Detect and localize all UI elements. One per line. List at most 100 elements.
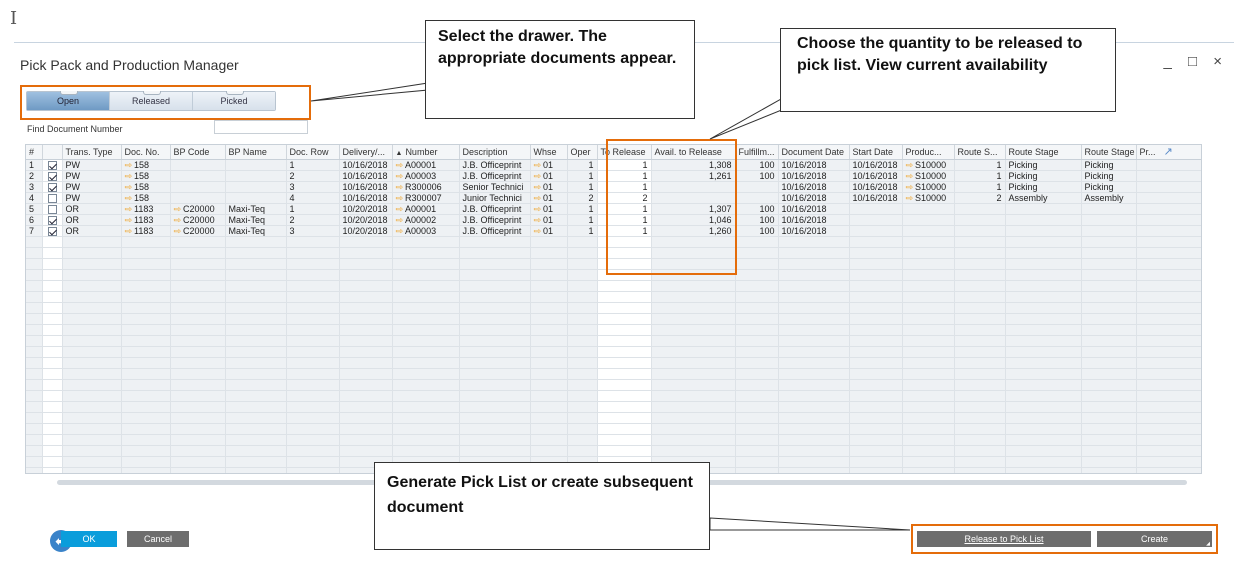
link-arrow-icon[interactable]: ⇨ <box>125 215 133 225</box>
empty-cell <box>392 401 460 414</box>
table-cell <box>225 159 287 171</box>
row-checkbox[interactable] <box>47 216 57 225</box>
table-cell: 10/16/2018 <box>339 159 393 171</box>
cell-value: 10/16/2018 <box>781 159 827 170</box>
empty-row <box>26 280 1201 293</box>
link-arrow-icon[interactable]: ⇨ <box>125 160 133 170</box>
empty-cell <box>735 280 779 293</box>
row-checkbox[interactable] <box>47 205 57 214</box>
row-checkbox[interactable] <box>47 171 57 181</box>
empty-cell <box>1136 467 1201 473</box>
minimize-icon[interactable]: _ <box>1163 53 1177 70</box>
empty-cell <box>459 313 531 326</box>
column-header[interactable]: Doc. Row <box>286 145 340 160</box>
column-header[interactable]: Route Stage ... <box>1081 145 1137 160</box>
empty-cell <box>392 335 460 348</box>
empty-cell <box>62 324 122 337</box>
column-header[interactable]: Trans. Type <box>62 145 122 160</box>
maximize-icon[interactable]: □ <box>1188 53 1203 70</box>
table-cell: 10/16/2018 <box>778 170 850 182</box>
cell-value: A00001 <box>405 204 437 215</box>
link-arrow-icon[interactable]: ⇨ <box>534 160 542 170</box>
table-cell: Senior Technici <box>459 181 531 193</box>
empty-cell <box>567 291 598 304</box>
link-arrow-icon[interactable]: ⇨ <box>534 226 542 236</box>
column-header[interactable]: BP Name <box>225 145 287 160</box>
link-arrow-icon[interactable]: ⇨ <box>125 204 133 214</box>
column-header[interactable]: Route Stage <box>1005 145 1082 160</box>
link-arrow-icon[interactable]: ⇨ <box>534 204 542 214</box>
empty-cell <box>42 291 63 304</box>
empty-cell <box>902 258 955 271</box>
empty-cell <box>849 335 903 348</box>
column-header[interactable]: Document Date <box>778 145 850 160</box>
table-cell <box>1136 203 1201 216</box>
row-checkbox[interactable] <box>47 160 57 170</box>
column-header[interactable]: Fulfillm... <box>735 145 779 160</box>
link-arrow-icon[interactable]: ⇨ <box>174 215 182 225</box>
empty-cell <box>849 467 903 473</box>
empty-cell <box>26 445 43 458</box>
link-arrow-icon[interactable]: ⇨ <box>174 204 182 214</box>
link-arrow-icon[interactable]: ⇨ <box>396 160 404 170</box>
column-header-label: BP Code <box>173 146 210 157</box>
row-checkbox[interactable] <box>47 227 57 236</box>
column-header[interactable] <box>42 145 63 160</box>
link-arrow-icon[interactable]: ⇨ <box>396 171 404 181</box>
link-arrow-icon[interactable]: ⇨ <box>125 182 133 192</box>
column-header[interactable]: Route S... <box>954 145 1006 160</box>
table-cell: ⇨ 158 <box>121 159 171 171</box>
column-header[interactable]: Oper <box>567 145 598 160</box>
link-arrow-icon[interactable]: ⇨ <box>534 182 542 192</box>
link-arrow-icon[interactable]: ⇨ <box>396 193 404 203</box>
close-icon[interactable]: × <box>1213 53 1228 70</box>
link-arrow-icon[interactable]: ⇨ <box>125 226 133 236</box>
empty-cell <box>339 335 393 348</box>
link-arrow-icon[interactable]: ⇨ <box>125 171 133 181</box>
empty-cell <box>42 236 63 249</box>
table-cell <box>954 203 1006 216</box>
empty-cell <box>567 258 598 271</box>
table-cell: 5 <box>26 203 43 216</box>
link-arrow-icon[interactable]: ⇨ <box>174 226 182 236</box>
link-arrow-icon[interactable]: ⇨ <box>396 215 404 225</box>
empty-cell <box>459 335 531 348</box>
link-arrow-icon[interactable]: ⇨ <box>906 160 914 170</box>
column-header[interactable]: Produc... <box>902 145 955 160</box>
cancel-button[interactable]: Cancel <box>127 531 189 547</box>
link-arrow-icon[interactable]: ⇨ <box>534 215 542 225</box>
link-arrow-icon[interactable]: ⇨ <box>906 171 914 181</box>
link-arrow-icon[interactable]: ⇨ <box>534 193 542 203</box>
row-checkbox[interactable] <box>47 182 57 192</box>
column-header[interactable]: Description <box>459 145 531 160</box>
empty-cell <box>849 379 903 392</box>
row-checkbox[interactable] <box>47 194 57 203</box>
expand-icon[interactable]: ↗ <box>1164 146 1173 158</box>
column-header[interactable]: BP Code <box>170 145 226 160</box>
column-header[interactable]: # <box>26 145 43 160</box>
column-header[interactable]: Doc. No. <box>121 145 171 160</box>
link-arrow-icon[interactable]: ⇨ <box>906 193 914 203</box>
cell-value: 10/16/2018 <box>852 170 898 181</box>
column-header-label: Number <box>405 146 438 157</box>
ok-button[interactable]: OK <box>61 531 117 547</box>
column-header[interactable]: Whse <box>530 145 568 160</box>
link-arrow-icon[interactable]: ⇨ <box>396 204 404 214</box>
empty-cell <box>121 280 171 293</box>
table-cell: 2 <box>567 192 598 205</box>
find-document-input[interactable] <box>214 120 308 134</box>
link-arrow-icon[interactable]: ⇨ <box>906 182 914 192</box>
empty-row <box>26 291 1201 304</box>
table-cell: 4 <box>286 192 340 205</box>
column-header[interactable]: Start Date <box>849 145 903 160</box>
column-header[interactable]: Pr... ↗ <box>1136 145 1201 160</box>
link-arrow-icon[interactable]: ⇨ <box>396 182 404 192</box>
empty-row <box>26 401 1201 414</box>
column-header[interactable]: Delivery/... <box>339 145 393 160</box>
table-cell <box>225 181 287 193</box>
column-header[interactable]: ▲ Number <box>392 145 460 160</box>
link-arrow-icon[interactable]: ⇨ <box>125 193 133 203</box>
link-arrow-icon[interactable]: ⇨ <box>534 171 542 181</box>
empty-cell <box>597 423 652 436</box>
link-arrow-icon[interactable]: ⇨ <box>396 226 404 236</box>
